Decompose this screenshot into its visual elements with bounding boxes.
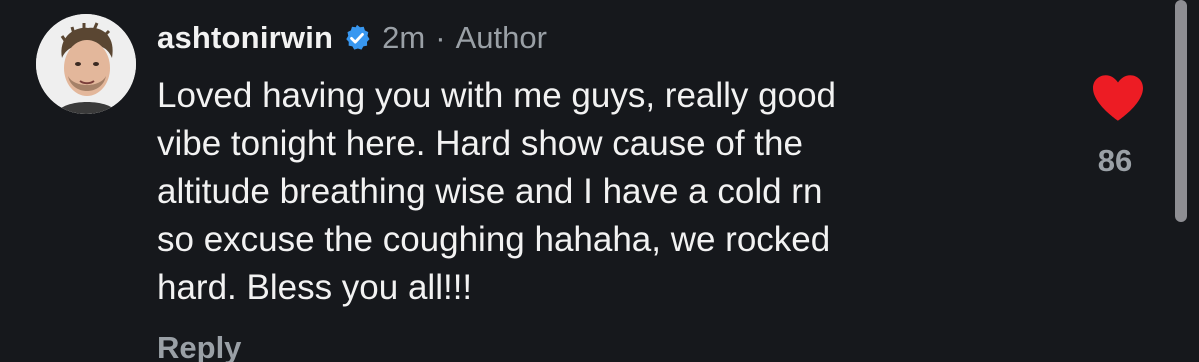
comment-text-line: hard. Bless you all!!! [157,268,473,307]
username[interactable]: ashtonirwin [157,20,333,56]
like-count: 86 [1097,143,1133,178]
scrollbar[interactable] [1175,0,1187,222]
reply-button[interactable]: Reply [157,330,241,362]
comment-text-line: vibe tonight here. Hard show cause of th… [157,124,803,163]
comment-text-line: so excuse the coughing hahaha, we rocked [157,220,831,259]
like-button[interactable] [1090,73,1146,123]
verified-badge-icon [342,23,372,53]
author-label: Author [455,20,547,55]
comment-text-line: altitude breathing wise and I have a col… [157,172,823,211]
comment-text-line: Loved having you with me guys, really go… [157,76,837,115]
heart-icon [1093,75,1143,121]
comment-meta: 2m · Author [382,20,547,56]
timestamp: 2m [382,20,426,55]
avatar[interactable] [36,14,136,114]
comment-header: ashtonirwin 2m · Author [157,18,547,58]
meta-separator: · [435,20,446,55]
comment-text: Loved having you with me guys, really go… [157,72,1057,312]
avatar-image [36,14,136,114]
comment-screen: ashtonirwin 2m · Author Loved having you w… [0,0,1199,362]
